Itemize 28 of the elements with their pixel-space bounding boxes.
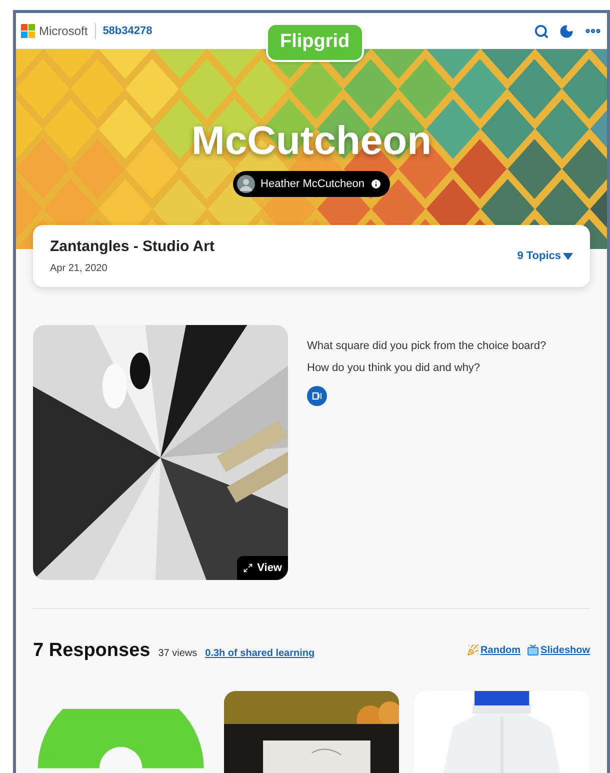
search-icon[interactable]	[534, 24, 549, 38]
owner-name: Heather McCutcheon	[260, 176, 364, 192]
logo: Flipgrid	[266, 23, 364, 62]
action-link[interactable]: Slideshow	[540, 642, 590, 658]
reader-icon	[312, 391, 322, 401]
tv-icon	[526, 644, 539, 656]
shared-learning-link[interactable]: 0.3h of shared learning	[205, 646, 315, 661]
prompt-text: What square did you pick from the choice board?	[307, 339, 546, 354]
topic-date: Apr 21, 2020	[50, 262, 108, 276]
expand-icon	[243, 563, 254, 573]
view-count: 37 views	[158, 647, 198, 661]
join-code[interactable]: 58b34278	[102, 22, 152, 40]
info-icon[interactable]	[370, 178, 382, 190]
view-button[interactable]: View	[237, 556, 288, 580]
caret-icon	[563, 252, 573, 260]
prompt-text: How do you think you did and why?	[307, 361, 482, 376]
brand-name: Microsoft	[39, 23, 88, 40]
action-link[interactable]: Random	[480, 642, 521, 658]
immersive-reader-button[interactable]	[307, 386, 327, 406]
moon-icon[interactable]	[559, 24, 574, 38]
party-popper-icon	[466, 644, 479, 656]
microsoft-logo-icon	[21, 24, 35, 38]
owner-pill[interactable]: Heather McCutcheon	[232, 171, 390, 197]
topics-dropdown[interactable]: 9 Topics	[517, 248, 573, 264]
responses-title: 7 Responses	[33, 639, 150, 663]
banner-title: McCutcheon	[192, 121, 432, 161]
avatar-icon	[236, 175, 255, 193]
topic-title: Zantangles - Studio Art	[50, 236, 214, 257]
